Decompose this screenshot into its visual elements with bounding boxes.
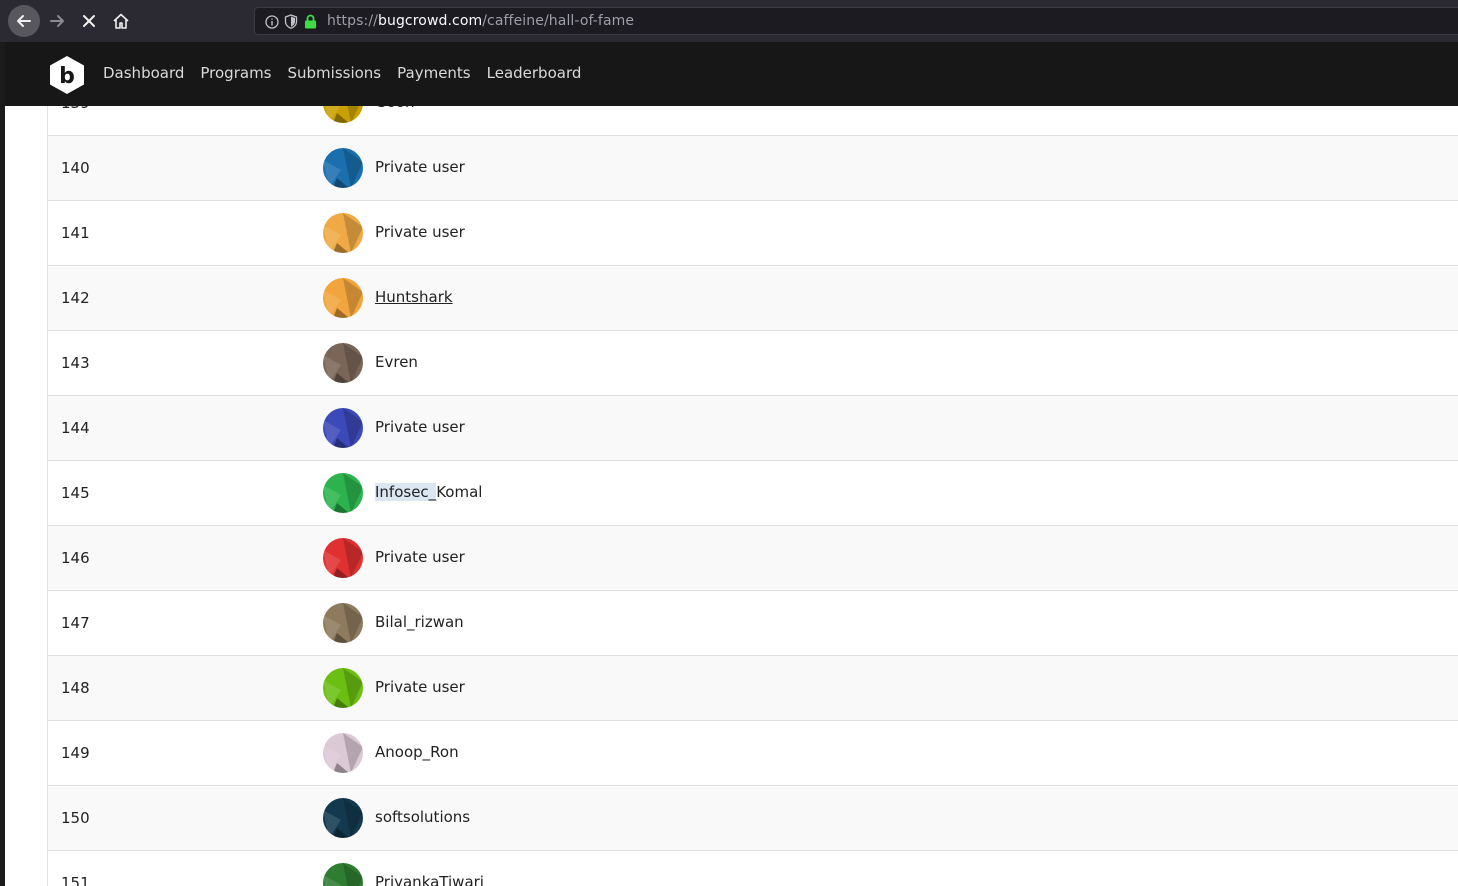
user-avatar[interactable] bbox=[323, 668, 363, 708]
username: Private user bbox=[375, 418, 465, 436]
rank-number: 147 bbox=[61, 614, 90, 632]
lock-icon bbox=[304, 14, 317, 33]
table-row: 143 Evren bbox=[48, 331, 1458, 396]
table-row: 141 Private user bbox=[48, 201, 1458, 266]
rank-number: 142 bbox=[61, 289, 90, 307]
table-row: 151 PriyankaTiwari bbox=[48, 851, 1458, 886]
user-avatar[interactable] bbox=[323, 733, 363, 773]
table-row: 142 Huntshark bbox=[48, 266, 1458, 331]
user-avatar[interactable] bbox=[323, 603, 363, 643]
username-rest: Komal bbox=[436, 483, 483, 501]
bugcrowd-logo[interactable]: b bbox=[47, 55, 87, 99]
rank-number: 140 bbox=[61, 159, 90, 177]
user-avatar[interactable] bbox=[323, 863, 363, 886]
username: Private user bbox=[375, 158, 465, 176]
stop-icon[interactable] bbox=[73, 5, 105, 37]
nav-programs[interactable]: Programs bbox=[200, 64, 271, 82]
table-row: 145 Infosec_Komal bbox=[48, 461, 1458, 526]
window-edge bbox=[0, 42, 5, 886]
user-avatar[interactable] bbox=[323, 538, 363, 578]
browser-toolbar: https://bugcrowd.com/caffeine/hall-of-fa… bbox=[0, 0, 1458, 42]
username: Private user bbox=[375, 223, 465, 241]
logo-letter: b bbox=[59, 64, 75, 89]
user-avatar[interactable] bbox=[323, 148, 363, 188]
user-avatar[interactable] bbox=[323, 213, 363, 253]
table-row: 147 Bilal_rizwan bbox=[48, 591, 1458, 656]
rank-number: 145 bbox=[61, 484, 90, 502]
table-row: 140 Private user bbox=[48, 136, 1458, 201]
user-avatar[interactable] bbox=[323, 343, 363, 383]
rank-number: 148 bbox=[61, 679, 90, 697]
url-text[interactable]: https://bugcrowd.com/caffeine/hall-of-fa… bbox=[327, 13, 634, 29]
nav-dashboard[interactable]: Dashboard bbox=[103, 64, 184, 82]
user-avatar[interactable] bbox=[323, 278, 363, 318]
url-path: /caffeine/hall-of-fame bbox=[482, 13, 635, 29]
nav-leaderboard[interactable]: Leaderboard bbox=[487, 64, 582, 82]
table-row: 148 Private user bbox=[48, 656, 1458, 721]
user-avatar[interactable] bbox=[323, 473, 363, 513]
back-arrow-icon[interactable] bbox=[8, 5, 40, 37]
table-row: 146 Private user bbox=[48, 526, 1458, 591]
nav-payments[interactable]: Payments bbox=[397, 64, 470, 82]
url-bar[interactable]: https://bugcrowd.com/caffeine/hall-of-fa… bbox=[254, 7, 1458, 35]
table-row: 150 softsolutions bbox=[48, 786, 1458, 851]
url-host: bugcrowd.com bbox=[377, 13, 483, 29]
username[interactable]: Huntshark bbox=[375, 288, 453, 306]
username: PriyankaTiwari bbox=[375, 873, 484, 886]
site-header: b Dashboard Programs Submissions Payment… bbox=[5, 42, 1458, 106]
hall-of-fame-table: 139Gooh140Private user141Private user142… bbox=[47, 71, 1458, 886]
username: Private user bbox=[375, 548, 465, 566]
username: Evren bbox=[375, 353, 418, 371]
table-row: 149 Anoop_Ron bbox=[48, 721, 1458, 786]
forward-arrow-icon[interactable] bbox=[41, 5, 73, 37]
user-avatar[interactable] bbox=[323, 408, 363, 448]
username: softsolutions bbox=[375, 808, 471, 826]
shield-icon[interactable] bbox=[284, 14, 298, 33]
rank-number: 149 bbox=[61, 744, 90, 762]
username: Private user bbox=[375, 678, 465, 696]
text-selection: Infosec_ bbox=[375, 483, 437, 501]
rank-number: 144 bbox=[61, 419, 90, 437]
table-row: 144 Private user bbox=[48, 396, 1458, 461]
rank-number: 141 bbox=[61, 224, 90, 242]
home-icon[interactable] bbox=[105, 5, 137, 37]
rank-number: 143 bbox=[61, 354, 90, 372]
rank-number: 150 bbox=[61, 809, 90, 827]
main-nav: Dashboard Programs Submissions Payments … bbox=[103, 64, 597, 82]
rank-number: 151 bbox=[61, 874, 90, 886]
info-icon[interactable] bbox=[265, 14, 279, 33]
username: Anoop_Ron bbox=[375, 743, 459, 761]
rank-number: 146 bbox=[61, 549, 90, 567]
username: Infosec_Komal bbox=[375, 483, 482, 501]
username: Bilal_rizwan bbox=[375, 613, 464, 631]
url-scheme: https:// bbox=[327, 13, 378, 29]
user-avatar[interactable] bbox=[323, 798, 363, 838]
nav-submissions[interactable]: Submissions bbox=[288, 64, 382, 82]
